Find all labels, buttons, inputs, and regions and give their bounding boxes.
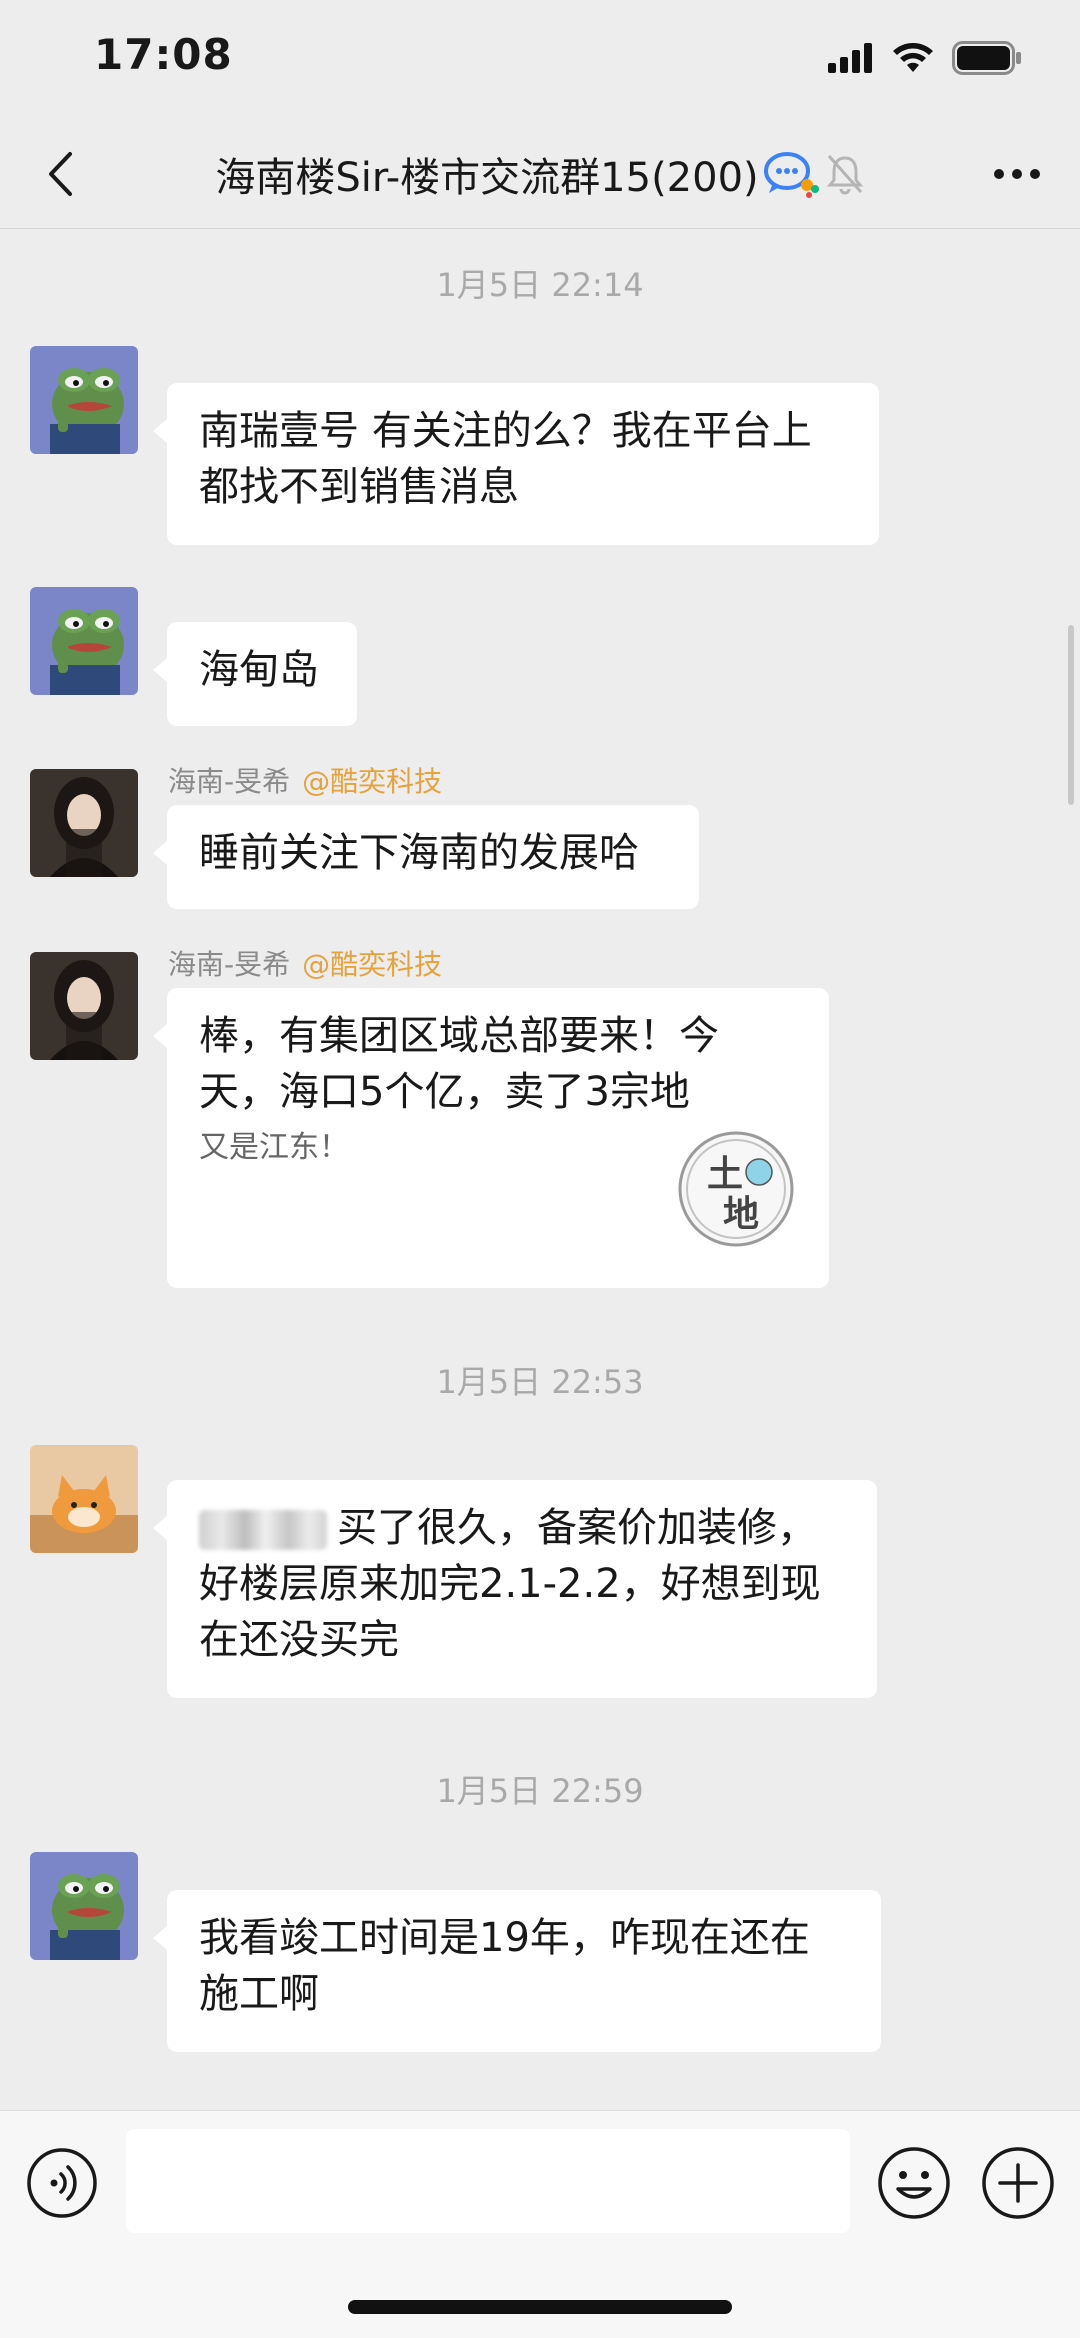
- emoji-icon: [878, 2147, 950, 2219]
- message-bubble[interactable]: 睡前关注下海南的发展哈: [153, 805, 699, 909]
- frog-avatar-icon: [30, 1852, 138, 1960]
- message-text: 棒，有集团区域总部要来！今: [199, 1013, 719, 1059]
- sender-name: 海南-旻希: [168, 948, 291, 981]
- message-text-line: 买了很久，备案价加装修，: [199, 1500, 845, 1556]
- scrollbar[interactable]: [1068, 625, 1074, 805]
- message-text: 施工啊: [199, 1971, 319, 2017]
- back-button[interactable]: [30, 142, 90, 206]
- signal-icon: [828, 43, 872, 73]
- avatar[interactable]: [30, 769, 138, 877]
- voice-icon: [27, 2148, 97, 2218]
- stamp-text: 土: [707, 1154, 743, 1195]
- message-text: 睡前关注下海南的发展哈: [199, 830, 639, 876]
- message-text: 南瑞壹号 有关注的么？我在平台上: [199, 408, 812, 454]
- message-bubble[interactable]: 买了很久，备案价加装修， 好楼层原来加完2.1-2.2，好想到现 在还没买完: [153, 1480, 877, 1698]
- wifi-icon: [893, 43, 933, 72]
- mute-bell-icon: [826, 155, 863, 195]
- more-icon: [994, 169, 1040, 179]
- message-bubble[interactable]: 棒，有集团区域总部要来！今 天，海口5个亿，卖了3宗地 又是江东！ 土 地: [153, 988, 829, 1288]
- land-stamp-icon: 土 地: [678, 1131, 794, 1247]
- timestamp: 1月5日 22:14: [436, 266, 644, 304]
- message-text: 海甸岛: [199, 647, 319, 693]
- timestamp: 1月5日 22:59: [436, 1772, 644, 1810]
- status-icons: [828, 38, 1022, 78]
- sender-line: 海南-旻希 @酷奕科技: [168, 760, 442, 800]
- frog-avatar-icon: [30, 587, 138, 695]
- message-bubble[interactable]: 海甸岛: [153, 622, 357, 726]
- message-text: 在还没买完: [199, 1617, 399, 1663]
- message-bubble[interactable]: 南瑞壹号 有关注的么？我在平台上 都找不到销售消息: [153, 383, 879, 545]
- message-bubble[interactable]: 我看竣工时间是19年，咋现在还在 施工啊: [153, 1890, 881, 2052]
- voice-button[interactable]: [26, 2147, 98, 2219]
- message-input[interactable]: [126, 2129, 850, 2233]
- message-text: 我看竣工时间是19年，咋现在还在: [199, 1915, 810, 1961]
- avatar[interactable]: [30, 952, 138, 1060]
- group-chat-icon: [763, 152, 819, 198]
- more-button[interactable]: [982, 144, 1052, 204]
- stamp-text: 地: [723, 1194, 759, 1235]
- sender-name: 海南-旻希: [168, 765, 291, 798]
- message-text: 天，海口5个亿，卖了3宗地: [199, 1069, 690, 1115]
- plus-icon: [982, 2147, 1054, 2219]
- mention-link[interactable]: @酷奕科技: [302, 765, 442, 798]
- avatar[interactable]: [30, 1445, 138, 1553]
- cat-avatar-icon: [30, 1445, 138, 1553]
- mention-link[interactable]: @酷奕科技: [302, 948, 442, 981]
- status-bar: 17:08: [0, 0, 1080, 120]
- status-time: 17:08: [94, 30, 233, 79]
- input-bar: [0, 2110, 1080, 2338]
- message-text: 买了很久，备案价加装修，: [337, 1505, 817, 1551]
- avatar[interactable]: [30, 346, 138, 454]
- nav-bar: 海南楼Sir-楼市交流群15(200): [0, 120, 1080, 229]
- girl-avatar-icon: [30, 952, 138, 1060]
- nav-title-area: 海南楼Sir-楼市交流群15(200): [160, 120, 920, 228]
- timestamp: 1月5日 22:53: [436, 1363, 644, 1401]
- avatar[interactable]: [30, 587, 138, 695]
- message-text: 都找不到销售消息: [199, 464, 519, 510]
- emoji-button[interactable]: [876, 2145, 952, 2221]
- avatar[interactable]: [30, 1852, 138, 1960]
- home-indicator: [348, 2300, 732, 2314]
- message-text: 好楼层原来加完2.1-2.2，好想到现: [199, 1561, 821, 1607]
- girl-avatar-icon: [30, 769, 138, 877]
- blurred-name: [199, 1510, 327, 1550]
- frog-avatar-icon: [30, 346, 138, 454]
- page-title: 海南楼Sir-楼市交流群15(200): [215, 155, 759, 201]
- battery-icon: [952, 41, 1021, 75]
- sender-line: 海南-旻希 @酷奕科技: [168, 943, 442, 983]
- plus-button[interactable]: [980, 2145, 1056, 2221]
- back-icon: [49, 152, 72, 196]
